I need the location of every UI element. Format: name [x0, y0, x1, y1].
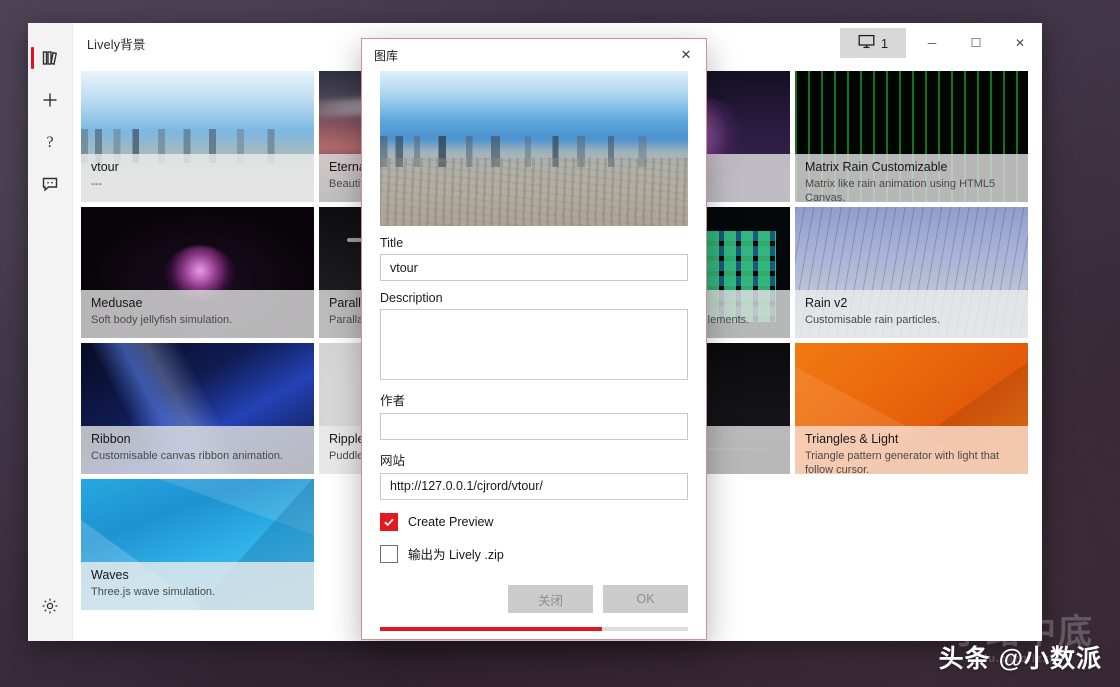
- wallpaper-card-meta: Ribbon Customisable canvas ribbon animati…: [81, 426, 314, 474]
- wallpaper-card-desc: ---: [91, 177, 304, 191]
- wallpaper-card[interactable]: Matrix Rain Customizable Matrix like rain…: [795, 71, 1028, 202]
- wallpaper-card[interactable]: Triangles & Light Triangle pattern genera…: [795, 343, 1028, 474]
- svg-text:?: ?: [46, 134, 53, 151]
- dialog-body: Title Description 作者 网站 Create Preview 输…: [362, 71, 706, 639]
- dialog-close-icon[interactable]: ✕: [666, 39, 706, 71]
- monitor-icon: [858, 34, 875, 52]
- sidebar-item-help[interactable]: ?: [28, 121, 73, 163]
- minimize-button[interactable]: ─: [910, 23, 954, 63]
- author-field-label: 作者: [380, 390, 688, 409]
- cancel-button[interactable]: 关闭: [508, 585, 593, 613]
- wallpaper-card-meta: Matrix Rain Customizable Matrix like rain…: [795, 154, 1028, 202]
- title-input[interactable]: [380, 254, 688, 281]
- close-button[interactable]: ✕: [998, 23, 1042, 63]
- wallpaper-card[interactable]: Rain v2 Customisable rain particles.: [795, 207, 1028, 338]
- monitor-selector-button[interactable]: 1: [840, 28, 906, 58]
- export-zip-checkbox[interactable]: [380, 545, 398, 563]
- maximize-button[interactable]: ☐: [954, 23, 998, 63]
- export-zip-row[interactable]: 输出为 Lively .zip: [380, 544, 688, 563]
- wallpaper-card-desc: Soft body jellyfish simulation.: [91, 313, 304, 327]
- sidebar-item-settings[interactable]: [28, 585, 73, 627]
- wallpaper-card-title: Ribbon: [91, 432, 304, 447]
- wallpaper-card-meta: Waves Three.js wave simulation.: [81, 562, 314, 610]
- sidebar-nav: ?: [28, 23, 73, 641]
- question-icon: ?: [40, 132, 60, 152]
- chat-icon: [40, 174, 60, 194]
- export-zip-label: 输出为 Lively .zip: [408, 544, 504, 563]
- page-title: Lively背景: [87, 34, 146, 53]
- wallpaper-card-meta: Triangles & Light Triangle pattern genera…: [795, 426, 1028, 474]
- dialog-footer-pad: [380, 631, 688, 639]
- wallpaper-card-desc: Matrix like rain animation using HTML5 C…: [805, 177, 1018, 202]
- gallery-dialog: 图库 ✕ Title Description 作者 网站 Create Prev…: [361, 38, 707, 640]
- wallpaper-card[interactable]: Medusae Soft body jellyfish simulation.: [81, 207, 314, 338]
- progress-bar-fill: [380, 627, 602, 631]
- description-field-label: Description: [380, 291, 688, 305]
- watermark-text: 头条 @小数派: [939, 639, 1102, 675]
- wallpaper-card-meta: Rain v2 Customisable rain particles.: [795, 290, 1028, 338]
- sidebar-item-add[interactable]: [28, 79, 73, 121]
- wallpaper-card-desc: Customisable rain particles.: [805, 313, 1018, 327]
- ok-button[interactable]: OK: [603, 585, 688, 613]
- create-preview-checkbox[interactable]: [380, 513, 398, 531]
- preview-thumbnail: [380, 71, 688, 226]
- website-field-label: 网站: [380, 450, 688, 469]
- wallpaper-card-title: Triangles & Light: [805, 432, 1018, 447]
- watermark-ghost-sub: lu.zazq/lzxM: [950, 653, 1094, 665]
- gear-icon: [40, 596, 60, 616]
- website-input[interactable]: [380, 473, 688, 500]
- sidebar-item-library[interactable]: [28, 37, 73, 79]
- create-preview-row[interactable]: Create Preview: [380, 513, 688, 531]
- wallpaper-card-desc: Triangle pattern generator with light th…: [805, 449, 1018, 474]
- wallpaper-card-desc: Customisable canvas ribbon animation.: [91, 449, 304, 463]
- wallpaper-card[interactable]: Ribbon Customisable canvas ribbon animati…: [81, 343, 314, 474]
- dialog-title: 图库: [374, 47, 398, 64]
- description-input[interactable]: [380, 309, 688, 379]
- library-icon: [40, 48, 60, 68]
- wallpaper-card-title: vtour: [91, 160, 304, 175]
- dialog-titlebar: 图库 ✕: [362, 39, 706, 71]
- wallpaper-card-title: Matrix Rain Customizable: [805, 160, 1018, 175]
- wallpaper-card[interactable]: Waves Three.js wave simulation.: [81, 479, 314, 610]
- title-field-label: Title: [380, 236, 688, 250]
- wallpaper-card-meta: Medusae Soft body jellyfish simulation.: [81, 290, 314, 338]
- wallpaper-card-title: Waves: [91, 568, 304, 583]
- check-icon: [383, 516, 395, 528]
- watermark: 头条 @小数派: [939, 639, 1102, 675]
- dialog-button-row: 关闭 OK: [380, 585, 688, 613]
- plus-icon: [40, 90, 60, 110]
- sidebar-item-feedback[interactable]: [28, 163, 73, 205]
- wallpaper-card-meta: vtour ---: [81, 154, 314, 202]
- author-input[interactable]: [380, 413, 688, 440]
- wallpaper-card-title: Rain v2: [805, 296, 1018, 311]
- wallpaper-card-desc: Three.js wave simulation.: [91, 585, 304, 599]
- create-preview-label: Create Preview: [408, 515, 493, 529]
- wallpaper-card-title: Medusae: [91, 296, 304, 311]
- progress-track: [380, 627, 688, 631]
- wallpaper-card[interactable]: vtour ---: [81, 71, 314, 202]
- monitor-count-label: 1: [881, 36, 888, 51]
